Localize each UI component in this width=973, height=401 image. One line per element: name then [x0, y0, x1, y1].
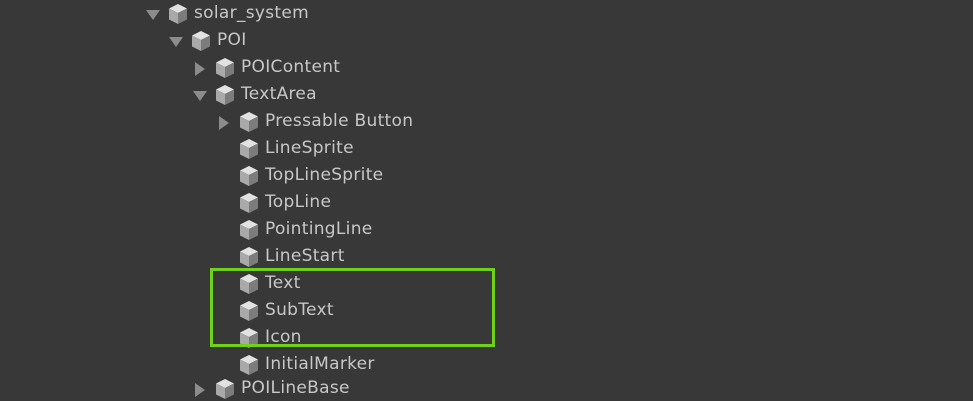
- tree-item-poi[interactable]: POI: [168, 27, 247, 54]
- gameobject-cube-icon: [216, 378, 234, 399]
- tree-item-label: TextArea: [241, 84, 317, 104]
- collapse-arrow-icon[interactable]: [192, 61, 206, 76]
- tree-item-label: Text: [265, 273, 301, 293]
- tree-item-pressable-button[interactable]: Pressable Button: [216, 108, 413, 135]
- gameobject-cube-icon: [240, 138, 258, 159]
- gameobject-cube-icon: [240, 165, 258, 186]
- tree-item-textarea[interactable]: TextArea: [192, 81, 317, 108]
- tree-item-linesprite[interactable]: LineSprite: [216, 135, 354, 162]
- expand-arrow-icon[interactable]: [192, 88, 207, 102]
- hierarchy-panel: solar_system POI POIContent TextArea Pre…: [0, 0, 973, 401]
- tree-item-poicontent[interactable]: POIContent: [192, 54, 340, 81]
- tree-item-toplinesprite[interactable]: TopLineSprite: [216, 162, 383, 189]
- tree-item-label: LineSprite: [265, 138, 354, 158]
- tree-item-solar-system[interactable]: solar_system: [145, 0, 309, 27]
- tree-item-label: Pressable Button: [265, 111, 414, 131]
- tree-item-label: POILineBase: [241, 378, 350, 398]
- gameobject-cube-icon: [192, 30, 210, 51]
- tree-item-label: POIContent: [241, 57, 341, 77]
- expand-arrow-icon[interactable]: [168, 34, 183, 48]
- gameobject-cube-icon: [240, 192, 258, 213]
- gameobject-cube-icon: [169, 3, 187, 24]
- tree-item-label: PointingLine: [265, 219, 373, 239]
- gameobject-cube-icon: [240, 354, 258, 375]
- gameobject-cube-icon: [216, 84, 234, 105]
- tree-item-label: LineStart: [265, 246, 345, 266]
- tree-item-poilinebase[interactable]: POILineBase: [192, 375, 350, 401]
- tree-item-initialmarker[interactable]: InitialMarker: [216, 351, 375, 378]
- tree-item-label: TopLineSprite: [265, 165, 384, 185]
- tree-item-pointingline[interactable]: PointingLine: [216, 216, 373, 243]
- tree-item-icon[interactable]: Icon: [216, 324, 302, 351]
- expand-arrow-icon[interactable]: [145, 7, 160, 21]
- tree-item-subtext[interactable]: SubText: [216, 297, 334, 324]
- gameobject-cube-icon: [240, 273, 258, 294]
- gameobject-cube-icon: [240, 111, 258, 132]
- tree-item-label: Icon: [265, 327, 302, 347]
- collapse-arrow-icon[interactable]: [216, 115, 230, 130]
- gameobject-cube-icon: [240, 300, 258, 321]
- gameobject-cube-icon: [216, 57, 234, 78]
- gameobject-cube-icon: [240, 246, 258, 267]
- tree-item-label: POI: [217, 30, 247, 50]
- tree-item-label: SubText: [265, 300, 334, 320]
- collapse-arrow-icon[interactable]: [192, 382, 206, 397]
- tree-item-label: TopLine: [265, 192, 332, 212]
- tree-item-linestart[interactable]: LineStart: [216, 243, 345, 270]
- gameobject-cube-icon: [240, 219, 258, 240]
- tree-item-label: InitialMarker: [265, 354, 375, 374]
- gameobject-cube-icon: [240, 327, 258, 348]
- tree-item-text[interactable]: Text: [216, 270, 301, 297]
- tree-item-topline[interactable]: TopLine: [216, 189, 331, 216]
- tree-item-label: solar_system: [194, 3, 309, 23]
